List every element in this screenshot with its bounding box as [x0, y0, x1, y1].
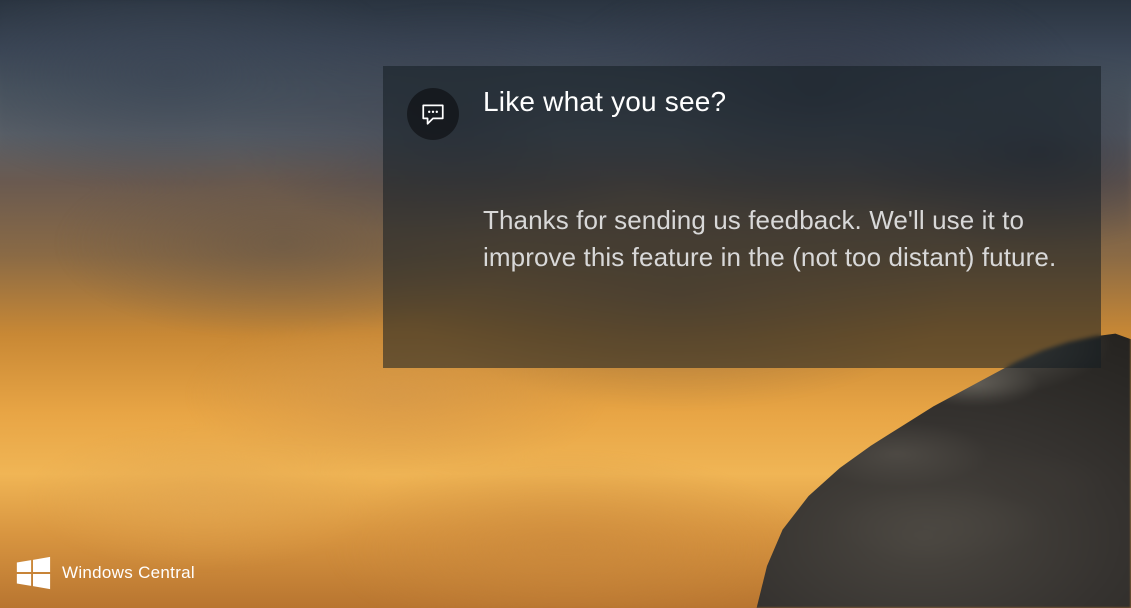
- notification-title: Like what you see?: [483, 86, 1077, 118]
- feedback-notification-panel: Like what you see? Thanks for sending us…: [383, 66, 1101, 368]
- notification-body: Thanks for sending us feedback. We'll us…: [483, 202, 1077, 276]
- notification-icon-container: [383, 86, 483, 344]
- windows-central-logo-icon: [14, 554, 52, 592]
- watermark: Windows Central: [14, 554, 195, 592]
- watermark-text: Windows Central: [62, 563, 195, 583]
- feedback-icon: [407, 88, 459, 140]
- notification-content: Like what you see? Thanks for sending us…: [483, 86, 1077, 344]
